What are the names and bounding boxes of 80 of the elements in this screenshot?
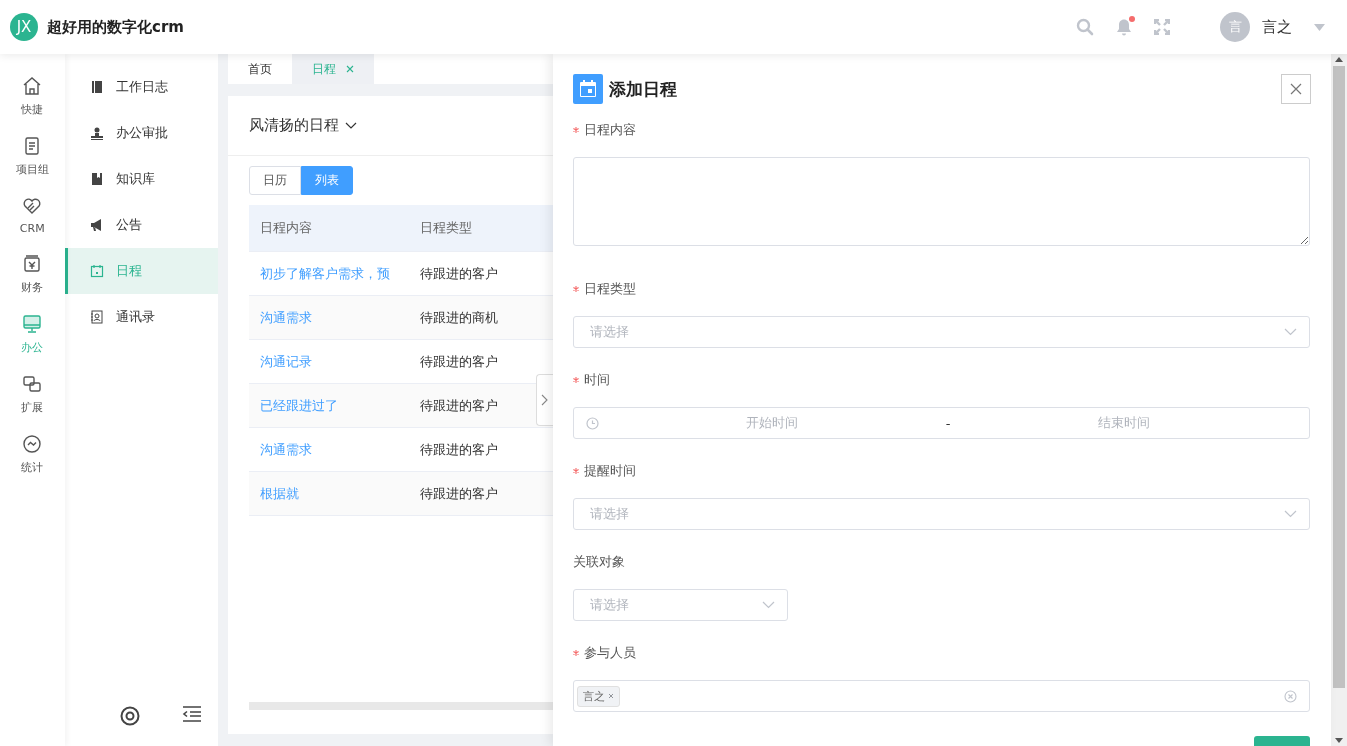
search-icon[interactable] (1076, 18, 1094, 36)
sidebar-item[interactable]: 公告 (64, 202, 219, 248)
table-cell-text: 待跟进的客户 (419, 396, 500, 415)
sidebar-item[interactable]: 知识库 (64, 156, 219, 202)
scroll-up-arrow-icon[interactable] (1335, 57, 1344, 62)
participants-field[interactable]: 言之 (572, 680, 1311, 712)
chevron-right-icon (541, 394, 549, 406)
scroll-down-arrow-icon[interactable] (1335, 738, 1344, 743)
sidebar-item[interactable]: 工作日志 (64, 64, 219, 110)
field-label: 日程内容 (572, 120, 1311, 140)
chevron-down-icon (345, 121, 358, 130)
table-row[interactable]: 沟通需求 待跟进的商机 (249, 296, 553, 340)
column-header: 日程内容 (259, 219, 314, 237)
calendar-icon (572, 74, 603, 104)
caret-icon[interactable] (1314, 23, 1325, 31)
table-cell-text: 待跟进的商机 (419, 308, 500, 327)
submit-button[interactable] (1254, 736, 1311, 746)
wallet-icon (22, 254, 43, 274)
participant-tag[interactable]: 言之 (576, 685, 620, 707)
field-label: 参与人员 (572, 643, 1311, 663)
sidebar-item[interactable]: 通讯录 (64, 294, 219, 340)
field-label: 时间 (572, 370, 1311, 390)
table-cell-text: 待跟进的客户 (419, 440, 500, 459)
table-cell-text: 待跟进的客户 (419, 484, 500, 503)
drawer-title: 添加日程 (608, 77, 678, 101)
table-cell-text: 待跟进的客户 (419, 352, 500, 371)
rail-label: 项目组 (15, 162, 49, 177)
rail-label: 财务 (21, 280, 44, 295)
schedule-owner-dropdown[interactable]: 风清扬的日程 (249, 116, 358, 135)
rail-item[interactable]: 财务 (0, 254, 65, 295)
rail-label: CRM (19, 222, 45, 235)
clear-icon[interactable] (1284, 689, 1298, 703)
calendar-icon (89, 264, 104, 278)
field-label: 提醒时间 (572, 461, 1311, 481)
view-toggle-button[interactable]: 日历 (249, 166, 302, 195)
table-cell-text: 待跟进的客户 (419, 264, 500, 283)
chart-icon (22, 434, 43, 454)
sidebar-item[interactable]: 办公审批 (64, 110, 219, 156)
home-icon (22, 76, 43, 96)
close-icon[interactable] (346, 65, 355, 73)
rail-label: 办公 (21, 340, 44, 355)
chevron-down-icon (761, 601, 775, 609)
table-row[interactable]: 根据就 待跟进的客户 (249, 472, 553, 516)
table-row[interactable]: 已经跟进过了 待跟进的客户 (249, 384, 553, 428)
horizontal-scrollbar[interactable] (249, 702, 553, 710)
book-icon (89, 172, 104, 186)
rail-label: 快捷 (21, 102, 44, 117)
logo: JX (10, 13, 38, 41)
field-label: 关联对象 (572, 553, 626, 571)
chevron-down-icon (1284, 328, 1298, 336)
close-button[interactable] (1281, 74, 1312, 104)
column-header: 日程类型 (419, 219, 474, 237)
rail-item[interactable]: 扩展 (0, 374, 65, 415)
schedule-content-textarea[interactable] (572, 157, 1311, 246)
field-label: 日程类型 (572, 279, 1311, 299)
megaphone-icon (89, 218, 104, 232)
close-icon (1290, 83, 1303, 95)
range-separator: - (945, 415, 951, 431)
rail-item[interactable]: 项目组 (0, 136, 65, 177)
rail-label: 扩展 (21, 400, 44, 415)
fullscreen-icon[interactable] (1154, 19, 1170, 35)
rail-label: 统计 (21, 460, 44, 475)
app-title: 超好用的数字化crm (47, 17, 184, 37)
close-icon[interactable] (607, 693, 614, 699)
notebook-icon (89, 80, 104, 94)
heart-icon (22, 196, 43, 216)
vertical-scrollbar[interactable] (1331, 54, 1347, 746)
squares-icon (22, 374, 43, 394)
chevron-down-icon (1284, 510, 1298, 518)
bell-icon[interactable] (1116, 18, 1132, 36)
rail-item[interactable]: 统计 (0, 434, 65, 475)
collapse-menu-icon[interactable] (181, 706, 202, 722)
contact-card-icon (89, 310, 104, 324)
user-name[interactable]: 言之 (1262, 17, 1292, 37)
rail-item[interactable]: CRM (0, 196, 65, 235)
stamp-icon (89, 126, 104, 140)
target-icon[interactable] (119, 706, 140, 726)
clock-icon (585, 416, 599, 430)
rail-item[interactable]: 快捷 (0, 76, 65, 117)
monitor-icon (22, 314, 43, 334)
